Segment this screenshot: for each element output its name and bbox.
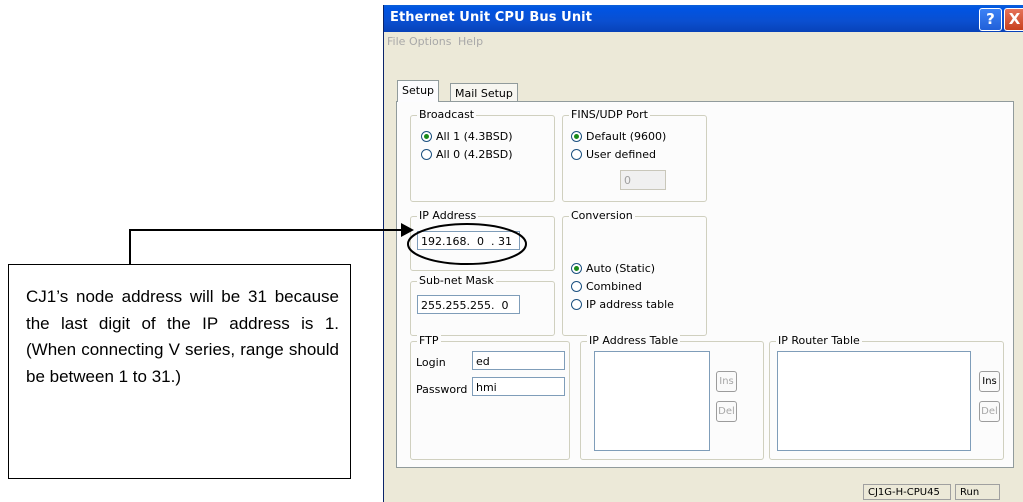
radio-selected-icon xyxy=(571,130,582,142)
ftp-password-label: Password xyxy=(416,383,468,396)
fins-user-defined-label: User defined xyxy=(586,148,656,161)
fins-default-radio[interactable]: Default (9600) xyxy=(571,130,666,144)
ip-router-table-ins-button[interactable]: Ins xyxy=(979,371,1000,392)
menu-options[interactable]: Options xyxy=(409,35,451,48)
menu-help[interactable]: Help xyxy=(458,35,483,48)
status-model: CJ1G-H-CPU45 xyxy=(863,484,951,500)
fins-default-label: Default (9600) xyxy=(586,130,667,143)
subnet-mask-input[interactable]: 255.255.255. 0 xyxy=(417,295,520,314)
broadcast-all0-label: All 0 (4.2BSD) xyxy=(436,148,513,161)
radio-unselected-icon xyxy=(571,280,582,292)
ip-address-table-ins-button[interactable]: Ins xyxy=(716,371,737,392)
ip-address-input[interactable]: 192.168. 0 . 31 xyxy=(417,231,520,250)
close-button[interactable]: X xyxy=(1004,8,1023,31)
ftp-login-label: Login xyxy=(416,356,446,369)
title-bar[interactable]: Ethernet Unit CPU Bus Unit ? X xyxy=(384,5,1023,32)
ip-address-table-legend: IP Address Table xyxy=(587,334,681,347)
conversion-auto-radio[interactable]: Auto (Static) xyxy=(571,262,655,276)
broadcast-all1-label: All 1 (4.3BSD) xyxy=(436,130,513,143)
ip-address-table-list[interactable] xyxy=(594,351,710,451)
radio-unselected-icon xyxy=(571,148,582,160)
conversion-legend: Conversion xyxy=(569,209,635,222)
broadcast-legend: Broadcast xyxy=(417,108,477,121)
ip-address-table-del-button[interactable]: Del xyxy=(716,401,737,422)
ip-address-legend: IP Address xyxy=(417,209,479,222)
ftp-legend: FTP xyxy=(417,334,441,347)
ethernet-unit-dialog: Ethernet Unit CPU Bus Unit ? X File Opti… xyxy=(383,5,1023,502)
ip-router-table-del-button[interactable]: Del xyxy=(979,401,1000,422)
tab-setup[interactable]: Setup xyxy=(397,80,440,102)
radio-selected-icon xyxy=(571,262,582,274)
ip-router-table-legend: IP Router Table xyxy=(776,334,862,347)
subnet-mask-legend: Sub-net Mask xyxy=(417,274,496,287)
fins-port-input[interactable]: 0 xyxy=(620,170,666,190)
help-button[interactable]: ? xyxy=(979,8,1002,31)
radio-unselected-icon xyxy=(421,148,432,160)
broadcast-all0-radio[interactable]: All 0 (4.2BSD) xyxy=(421,148,513,162)
ip-router-table-list[interactable] xyxy=(777,351,971,451)
menu-file[interactable]: File xyxy=(387,35,405,48)
conversion-combined-label: Combined xyxy=(586,280,642,293)
conversion-auto-label: Auto (Static) xyxy=(586,262,656,275)
conversion-ip-table-label: IP address table xyxy=(586,298,674,311)
conversion-group: Conversion xyxy=(562,209,707,336)
broadcast-all1-radio[interactable]: All 1 (4.3BSD) xyxy=(421,130,513,144)
fins-user-defined-radio[interactable]: User defined xyxy=(571,148,656,162)
tab-mail-setup[interactable]: Mail Setup xyxy=(450,83,518,103)
conversion-ip-table-radio[interactable]: IP address table xyxy=(571,298,674,312)
status-bar: CJ1G-H-CPU45 Run xyxy=(384,480,1023,502)
ftp-login-input[interactable]: ed xyxy=(472,351,565,370)
radio-unselected-icon xyxy=(571,298,582,310)
radio-selected-icon xyxy=(421,130,432,142)
status-mode: Run xyxy=(955,484,1000,500)
menu-bar: File Options Help xyxy=(384,32,1023,51)
fins-udp-port-legend: FINS/UDP Port xyxy=(569,108,650,121)
ftp-password-input[interactable]: hmi xyxy=(472,377,565,396)
annotation-text: CJ1’s node address will be 31 because th… xyxy=(26,287,339,386)
conversion-combined-radio[interactable]: Combined xyxy=(571,280,642,294)
window-title: Ethernet Unit CPU Bus Unit xyxy=(390,10,593,25)
